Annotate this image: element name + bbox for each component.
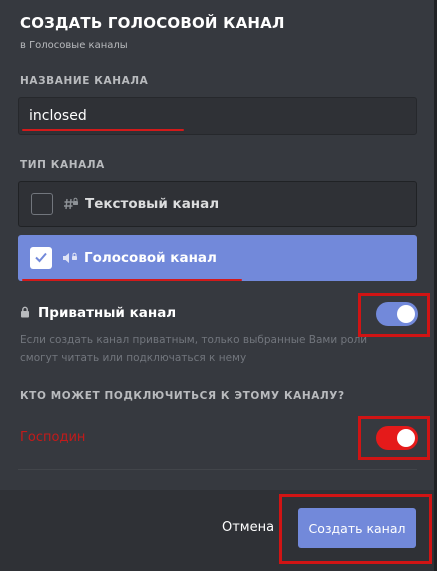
private-channel-row: Приватный канал <box>20 303 176 322</box>
text-channel-hash-lock-icon <box>63 196 79 212</box>
channel-type-label: ТИП КАНАЛА <box>20 159 105 171</box>
channel-type-text-option[interactable]: Текстовый канал <box>18 181 417 227</box>
annotation-underline-name <box>22 129 184 131</box>
cancel-button[interactable]: Отмена <box>222 520 274 535</box>
modal-title: СОЗДАТЬ ГОЛОСОВОЙ КАНАЛ <box>20 14 285 32</box>
channel-name-value: inclosed <box>29 108 87 124</box>
channel-type-voice-option[interactable]: Голосовой канал <box>18 235 417 281</box>
divider <box>18 469 417 470</box>
voice-speaker-lock-icon <box>62 250 78 266</box>
checkmark-icon <box>34 249 48 268</box>
role-label-guest: Господин <box>20 430 86 445</box>
text-option-label: Текстовый канал <box>85 196 220 212</box>
private-help-text: Если создать канал приватным, только выб… <box>20 334 368 364</box>
voice-option-checkbox[interactable] <box>30 247 52 269</box>
lock-icon <box>20 303 30 322</box>
annotation-box-create-button <box>279 494 432 564</box>
access-label: КТО МОЖЕТ ПОДКЛЮЧИТЬСЯ К ЭТОМУ КАНАЛУ? <box>20 390 345 402</box>
private-channel-label: Приватный канал <box>38 304 177 321</box>
text-option-checkbox[interactable] <box>31 193 53 215</box>
voice-option-label: Голосовой канал <box>84 250 217 266</box>
channel-name-label: НАЗВАНИЕ КАНАЛА <box>20 75 149 87</box>
annotation-box-role-toggle <box>358 416 430 460</box>
annotation-underline-voice <box>22 279 242 281</box>
modal-subtitle: в Голосовые каналы <box>20 40 128 51</box>
